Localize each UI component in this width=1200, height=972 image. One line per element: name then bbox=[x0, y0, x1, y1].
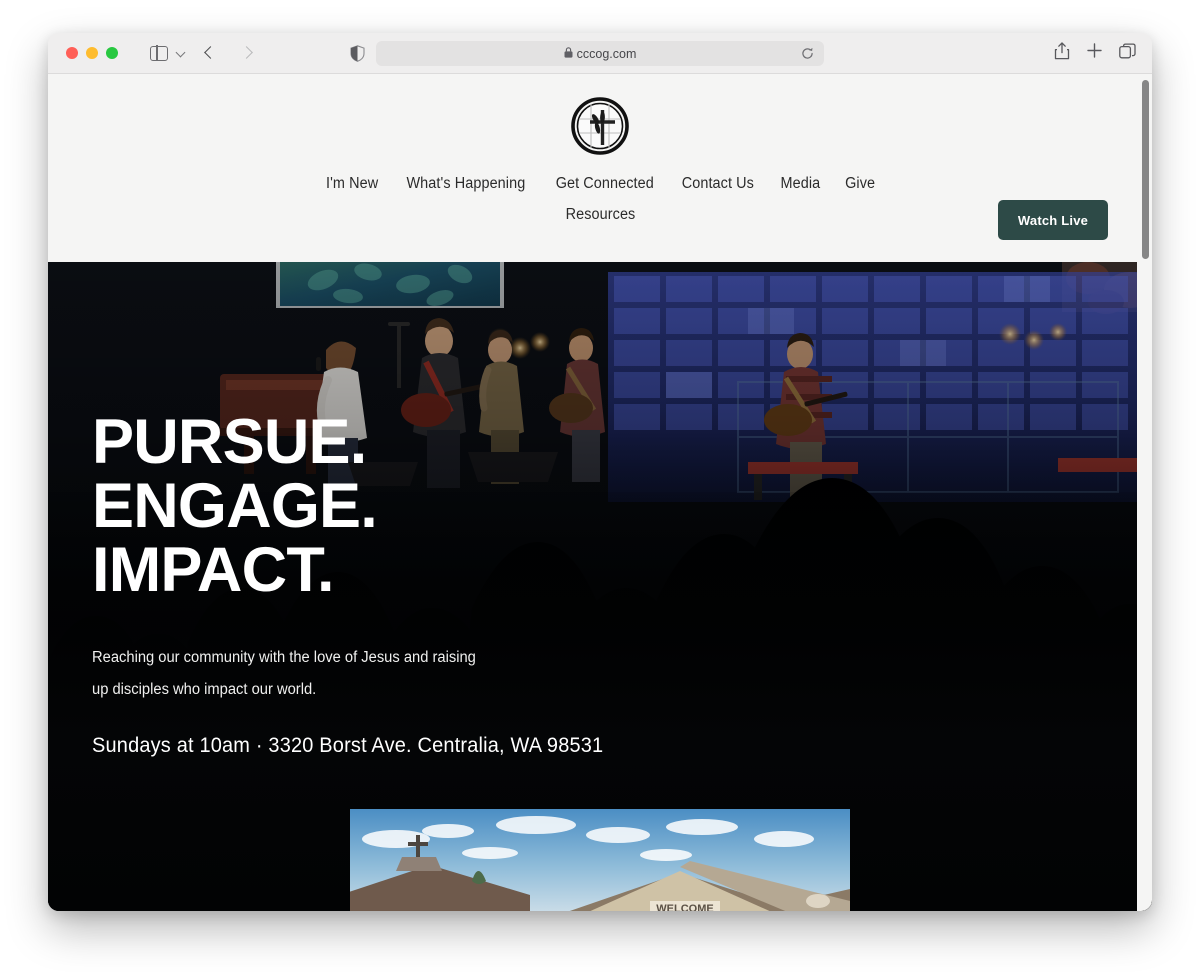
hero-headline-line-3: IMPACT. bbox=[92, 535, 335, 605]
hero-headline-line-2: ENGAGE. bbox=[92, 471, 378, 541]
vertical-scrollbar[interactable] bbox=[1137, 74, 1152, 911]
sidebar-toggle-icon[interactable] bbox=[150, 45, 168, 61]
window-controls bbox=[66, 47, 118, 59]
browser-window: cccog.com I'm New What's Happening Get C… bbox=[48, 33, 1152, 911]
church-exterior-video-card[interactable]: WELCOME bbox=[350, 809, 850, 911]
toolbar-right-group bbox=[1054, 41, 1136, 65]
nav-item-whats-happening[interactable]: What's Happening bbox=[407, 175, 526, 193]
new-tab-icon[interactable] bbox=[1087, 43, 1102, 63]
tab-overview-icon[interactable] bbox=[1119, 42, 1136, 64]
nav-item-resources[interactable]: Resources bbox=[565, 206, 635, 224]
chevron-down-icon[interactable] bbox=[177, 49, 185, 57]
nav-item-media[interactable]: Media bbox=[781, 175, 821, 193]
site-logo[interactable] bbox=[48, 97, 1152, 155]
lock-icon bbox=[564, 45, 573, 63]
hero-content: PURSUE. ENGAGE. IMPACT. Reaching our com… bbox=[92, 410, 630, 758]
site-header: I'm New What's Happening Get Connected C… bbox=[48, 74, 1152, 262]
address-bar-content: cccog.com bbox=[564, 45, 637, 63]
web-page-viewport: I'm New What's Happening Get Connected C… bbox=[48, 74, 1152, 911]
privacy-shield-icon[interactable] bbox=[350, 44, 365, 62]
svg-text:WELCOME: WELCOME bbox=[656, 903, 713, 911]
address-bar[interactable]: cccog.com bbox=[376, 41, 824, 66]
minimize-window-button[interactable] bbox=[86, 47, 98, 59]
back-arrow-icon[interactable] bbox=[199, 42, 221, 64]
nav-item-contact-us[interactable]: Contact Us bbox=[682, 175, 754, 193]
church-circle-logo-icon bbox=[571, 97, 629, 155]
maximize-window-button[interactable] bbox=[106, 47, 118, 59]
hero-service-info: Sundays at 10am · 3320 Borst Ave. Centra… bbox=[92, 734, 604, 757]
nav-item-im-new[interactable]: I'm New bbox=[326, 175, 378, 193]
url-text: cccog.com bbox=[576, 46, 637, 61]
browser-toolbar: cccog.com bbox=[48, 33, 1152, 74]
site-navigation: I'm New What's Happening Get Connected C… bbox=[48, 175, 1152, 224]
nav-item-get-connected[interactable]: Get Connected bbox=[556, 175, 654, 193]
reload-icon[interactable] bbox=[801, 47, 814, 65]
nav-item-give[interactable]: Give bbox=[845, 175, 875, 193]
hero-headline-line-1: PURSUE. bbox=[92, 407, 367, 477]
hero-subtitle: Reaching our community with the love of … bbox=[92, 649, 476, 698]
nav-row-primary: I'm New What's Happening Get Connected C… bbox=[48, 175, 1152, 193]
toolbar-left-group bbox=[118, 42, 259, 64]
watch-live-button[interactable]: Watch Live bbox=[998, 200, 1108, 240]
nav-row-secondary: Resources bbox=[48, 206, 1152, 224]
share-icon[interactable] bbox=[1054, 41, 1070, 65]
forward-arrow-icon[interactable] bbox=[237, 42, 259, 64]
hero-section: PURSUE. ENGAGE. IMPACT. Reaching our com… bbox=[48, 262, 1152, 911]
hero-headline: PURSUE. ENGAGE. IMPACT. bbox=[92, 410, 630, 602]
church-exterior-image: WELCOME bbox=[350, 809, 850, 911]
vertical-scrollbar-thumb[interactable] bbox=[1142, 80, 1149, 259]
close-window-button[interactable] bbox=[66, 47, 78, 59]
